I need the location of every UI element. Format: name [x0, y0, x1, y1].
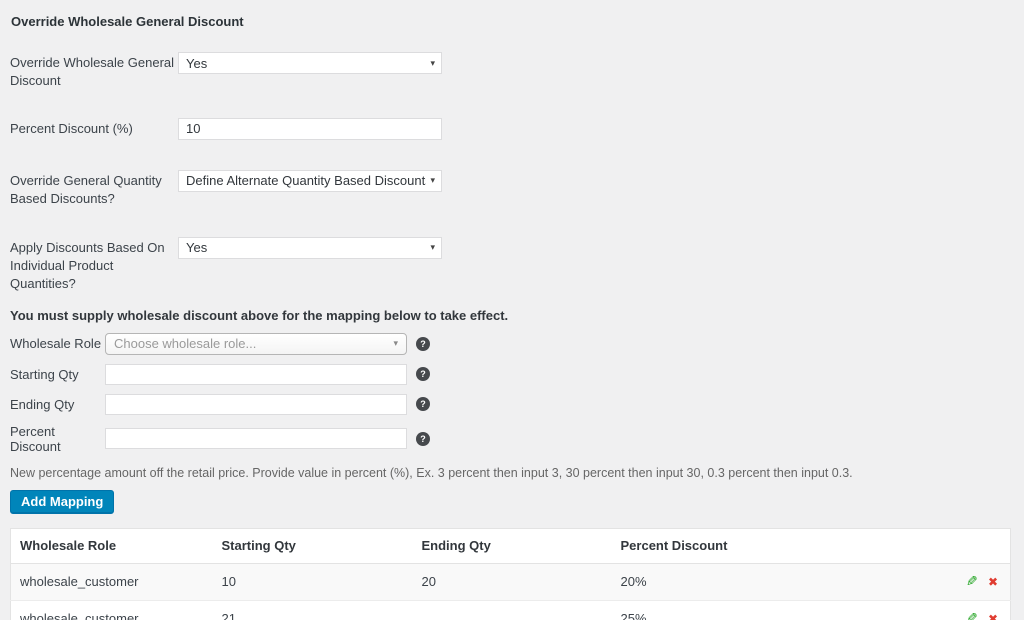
help-icon[interactable]: ?	[416, 397, 430, 411]
mapping-percent-discount-label: Percent Discount	[10, 424, 105, 454]
wholesale-role-label: Wholesale Role	[10, 336, 105, 351]
header-starting-qty: Starting Qty	[213, 528, 413, 563]
cell-ending-qty	[413, 600, 612, 620]
starting-qty-label: Starting Qty	[10, 367, 105, 382]
apply-individual-quantities-label: Apply Discounts Based On Individual Prod…	[10, 237, 178, 293]
override-general-discount-row: Override Wholesale General Discount Yes …	[10, 52, 1010, 90]
override-general-discount-value: Yes	[186, 56, 426, 71]
chevron-down-icon: ▾	[430, 175, 435, 186]
cell-starting-qty: 21	[213, 600, 413, 620]
apply-individual-quantities-select[interactable]: Yes ▾	[178, 237, 442, 259]
cell-percent-discount: 25%	[612, 600, 942, 620]
override-general-discount-select[interactable]: Yes ▾	[178, 52, 442, 74]
table-header-row: Wholesale Role Starting Qty Ending Qty P…	[11, 528, 1011, 563]
cell-actions: ✎ ✖	[942, 563, 1011, 600]
chevron-down-icon: ▾	[430, 242, 435, 253]
starting-qty-row: Starting Qty ?	[10, 364, 1010, 385]
override-general-discount-label: Override Wholesale General Discount	[10, 52, 178, 90]
edit-icon[interactable]: ✎	[966, 573, 978, 590]
ending-qty-input[interactable]	[105, 394, 407, 415]
cell-wholesale-role: wholesale_customer	[11, 563, 213, 600]
percent-discount-label: Percent Discount (%)	[10, 120, 178, 138]
override-quantity-discounts-value: Define Alternate Quantity Based Discount…	[186, 173, 426, 188]
cell-percent-discount: 20%	[612, 563, 942, 600]
page-title: Override Wholesale General Discount	[11, 14, 1010, 29]
help-icon[interactable]: ?	[416, 367, 430, 381]
help-icon[interactable]: ?	[416, 432, 430, 446]
wholesale-role-row: Wholesale Role Choose wholesale role... …	[10, 333, 1010, 355]
delete-icon[interactable]: ✖	[988, 612, 998, 620]
wholesale-role-select[interactable]: Choose wholesale role... ▾	[105, 333, 407, 355]
edit-icon[interactable]: ✎	[966, 610, 978, 620]
mapping-percent-discount-input[interactable]	[105, 428, 407, 449]
mapping-percent-discount-row: Percent Discount ?	[10, 424, 1010, 454]
help-icon[interactable]: ?	[416, 337, 430, 351]
starting-qty-input[interactable]	[105, 364, 407, 385]
percent-discount-row: Percent Discount (%)	[10, 118, 1010, 140]
cell-actions: ✎ ✖	[942, 600, 1011, 620]
percent-discount-input[interactable]	[178, 118, 442, 140]
mappings-table: Wholesale Role Starting Qty Ending Qty P…	[10, 528, 1011, 620]
add-mapping-button[interactable]: Add Mapping	[10, 490, 114, 514]
cell-starting-qty: 10	[213, 563, 413, 600]
cell-wholesale-role: wholesale_customer	[11, 600, 213, 620]
chevron-down-icon: ▾	[430, 58, 435, 69]
wholesale-role-placeholder: Choose wholesale role...	[114, 336, 393, 351]
cell-ending-qty: 20	[413, 563, 612, 600]
header-actions	[942, 528, 1011, 563]
override-quantity-discounts-select[interactable]: Define Alternate Quantity Based Discount…	[178, 170, 442, 192]
header-percent-discount: Percent Discount	[612, 528, 942, 563]
chevron-down-icon: ▾	[393, 338, 398, 349]
override-wholesale-discount-panel: Override Wholesale General Discount Over…	[0, 0, 1024, 620]
header-wholesale-role: Wholesale Role	[11, 528, 213, 563]
percent-discount-help-text: New percentage amount off the retail pri…	[10, 466, 1010, 480]
apply-individual-quantities-row: Apply Discounts Based On Individual Prod…	[10, 237, 1010, 293]
table-row: wholesale_customer 21 25% ✎ ✖	[11, 600, 1011, 620]
table-row: wholesale_customer 10 20 20% ✎ ✖	[11, 563, 1011, 600]
header-ending-qty: Ending Qty	[413, 528, 612, 563]
override-quantity-discounts-row: Override General Quantity Based Discount…	[10, 170, 1010, 208]
override-quantity-discounts-label: Override General Quantity Based Discount…	[10, 170, 178, 208]
delete-icon[interactable]: ✖	[988, 575, 998, 589]
apply-individual-quantities-value: Yes	[186, 240, 426, 255]
ending-qty-label: Ending Qty	[10, 397, 105, 412]
mapping-notice: You must supply wholesale discount above…	[10, 308, 1010, 323]
ending-qty-row: Ending Qty ?	[10, 394, 1010, 415]
